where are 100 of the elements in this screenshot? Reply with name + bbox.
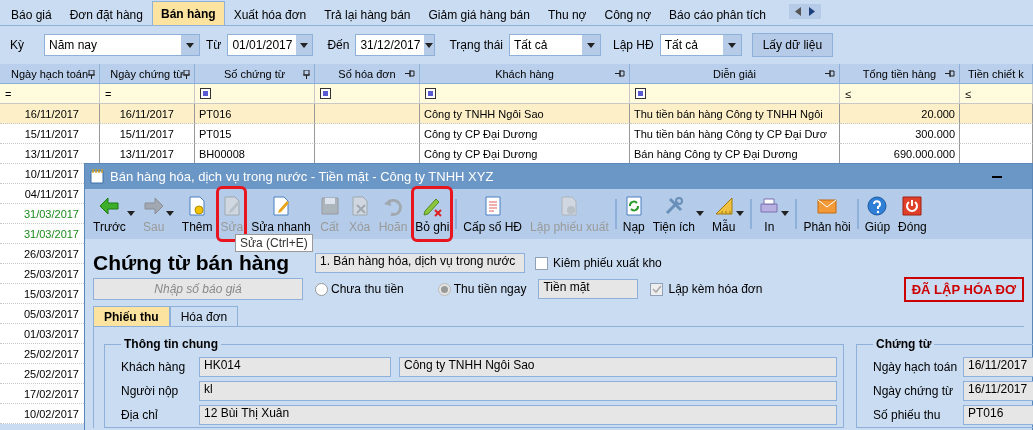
tab[interactable]: Xuất hóa đơn (224, 3, 316, 25)
table-cell: Công ty TNHH Ngôi Sao (424, 108, 544, 120)
tab[interactable]: Báo cáo phân tích (660, 3, 775, 25)
pin-icon[interactable] (945, 70, 955, 77)
filter-operator[interactable]: ≤ (845, 87, 859, 100)
column-header[interactable]: Số hóa đơn (315, 64, 420, 84)
group-title: Chứng từ (875, 337, 933, 351)
filter-operator-icon[interactable] (200, 88, 211, 99)
dropdown-field[interactable]: 01/01/2017 (227, 34, 314, 56)
pin-icon[interactable] (825, 70, 835, 77)
input-field[interactable]: kl (199, 381, 837, 401)
table-cell: Công ty CP Đại Dương (424, 128, 538, 140)
tab[interactable]: Phiếu thu (93, 306, 170, 326)
table-cell: 04/11/2017 (24, 188, 79, 200)
caret-icon (165, 211, 174, 216)
caret-icon (696, 211, 705, 216)
toolbar-button[interactable]: Nạp (618, 192, 649, 236)
radio-button[interactable]: Chưa thu tiền (315, 282, 404, 296)
table-cell: BH00008 (199, 148, 245, 160)
caret-icon (126, 211, 135, 216)
toolbar-button[interactable]: Giúp (860, 192, 895, 236)
table-cell: 15/03/2017 (23, 288, 79, 300)
filter-operator-icon[interactable] (635, 88, 646, 99)
dropdown-field[interactable]: Năm nay (44, 34, 200, 56)
table-row[interactable]: 13/11/2017 13/11/2017 BH00008 Công ty CP Đại Dương Bán hàng Công ty CP Đại Dương 690.000.000 (0, 144, 1033, 164)
filter-operator[interactable]: = (5, 87, 19, 100)
input-field[interactable]: PT016 (963, 405, 1033, 425)
table-cell: 16/11/2017 (24, 108, 79, 120)
table-row[interactable]: 16/11/2017 16/11/2017 PT016 Công ty TNHH Ngôi Sao Thu tiền bán hàng Công ty TNHH Ngôi 20.000 (0, 104, 1033, 124)
column-header[interactable]: Ngày hạch toán (0, 64, 100, 84)
pin-icon[interactable] (183, 70, 190, 79)
column-header[interactable]: Tổng tiền hàng (840, 64, 960, 84)
filter-operator[interactable]: = (105, 87, 119, 100)
checkmark-icon (651, 284, 662, 294)
table-cell: PT015 (199, 128, 232, 140)
dropdown-field[interactable]: Tất cả (659, 34, 742, 56)
toolbar-button[interactable]: Đóng (894, 192, 931, 236)
caret-icon (781, 211, 790, 216)
checkbox[interactable]: Kiêm phiếu xuất kho (535, 256, 662, 270)
tab-scroll-buttons[interactable] (788, 4, 821, 19)
toolbar-button[interactable]: In (754, 192, 794, 236)
quote-number-field[interactable]: Nhập số báo giá (93, 278, 303, 300)
table-cell: Công ty CP Đại Dương (424, 148, 538, 160)
help-icon (866, 194, 889, 217)
fetch-data-button[interactable]: Lấy dữ liệu (751, 33, 834, 57)
input-field[interactable]: 12 Bùi Thị Xuân (199, 405, 837, 425)
tab[interactable]: Hóa đơn (169, 306, 239, 326)
input-field[interactable]: 16/11/2017 (963, 357, 1033, 377)
tab[interactable]: Giảm giá hàng bán (419, 3, 539, 25)
filter-operator-icon[interactable] (320, 88, 331, 99)
sale-type-field[interactable]: 1. Bán hàng hóa, dịch vụ trong nước (315, 253, 525, 273)
table-cell: Bán hàng Công ty CP Đại Dương (634, 148, 798, 160)
pin-icon[interactable] (615, 70, 625, 77)
table-cell: 10/02/2017 (23, 408, 79, 420)
table-cell: Thu tiền bán hàng Công ty CP Đại Dươ (634, 128, 827, 140)
table-cell: 15/11/2017 (119, 128, 174, 140)
field-label: Ngày chứng từ (873, 384, 955, 398)
tab[interactable]: Công nợ (595, 3, 661, 25)
minimize-button[interactable] (992, 175, 1002, 178)
toolbar-button[interactable]: Bỏ ghi (411, 186, 454, 242)
column-header[interactable]: Tiền chiết k (960, 64, 1033, 84)
toolbar-button[interactable]: Tiện ích (648, 192, 709, 236)
dropdown-field[interactable]: Tất cả (509, 34, 601, 56)
toolbar-button[interactable]: Sửa nhanh (247, 192, 315, 236)
tab[interactable]: Đơn đặt hàng (60, 3, 152, 25)
field-label: Khách hàng (121, 360, 187, 374)
pin-icon[interactable] (405, 70, 415, 77)
table-cell: 15/11/2017 (24, 128, 79, 140)
toolbar-button[interactable]: Mẫu (708, 192, 749, 236)
table-row[interactable]: 15/11/2017 15/11/2017 PT015 Công ty CP Đại Dương Thu tiền bán hàng Công ty CP Đại Dươ 300.000 (0, 124, 1033, 144)
tab[interactable]: Bán hàng (151, 1, 225, 25)
table-cell: 300.000 (915, 128, 955, 140)
pin-icon[interactable] (303, 70, 310, 79)
toolbar-button[interactable]: Thêm (177, 192, 217, 236)
pin-icon[interactable] (88, 70, 95, 79)
column-header[interactable]: Ngày chứng từ (100, 64, 195, 84)
tab[interactable]: Thu nợ (538, 3, 596, 25)
filter-operator[interactable]: ≤ (965, 87, 979, 100)
toolbar-button[interactable]: Trước (89, 192, 139, 236)
table-cell: 16/11/2017 (119, 108, 174, 120)
field-label: Số phiếu thu (873, 408, 942, 422)
payment-method-field[interactable]: Tiền mặt (538, 279, 639, 299)
column-header[interactable]: Số chứng từ (195, 64, 315, 84)
input-field[interactable]: Công ty TNHH Ngôi Sao (399, 357, 837, 377)
table-cell: 10/11/2017 (24, 168, 79, 180)
tab[interactable]: Trả lại hàng bán (315, 3, 420, 25)
field-label: Ngày hạch toán (873, 360, 959, 374)
filter-label: Trạng thái (449, 38, 503, 52)
toolbar-button[interactable]: Cấp số HĐ (459, 192, 527, 236)
toolbar-button[interactable]: Phản hồi (799, 192, 855, 236)
filter-operator-icon[interactable] (425, 88, 436, 99)
tab[interactable]: Báo giá (2, 3, 61, 25)
input-field[interactable]: HK014 (199, 357, 391, 377)
dropdown-field[interactable]: 31/12/2017 (355, 34, 436, 56)
table-cell: 25/03/2017 (23, 268, 79, 280)
column-header[interactable]: Diễn giải (630, 64, 840, 84)
table-cell: 26/03/2017 (23, 248, 79, 260)
dropdown-arrow-icon (186, 42, 194, 48)
column-header[interactable]: Khách hàng (420, 64, 630, 84)
input-field[interactable]: 16/11/2017 (963, 381, 1033, 401)
